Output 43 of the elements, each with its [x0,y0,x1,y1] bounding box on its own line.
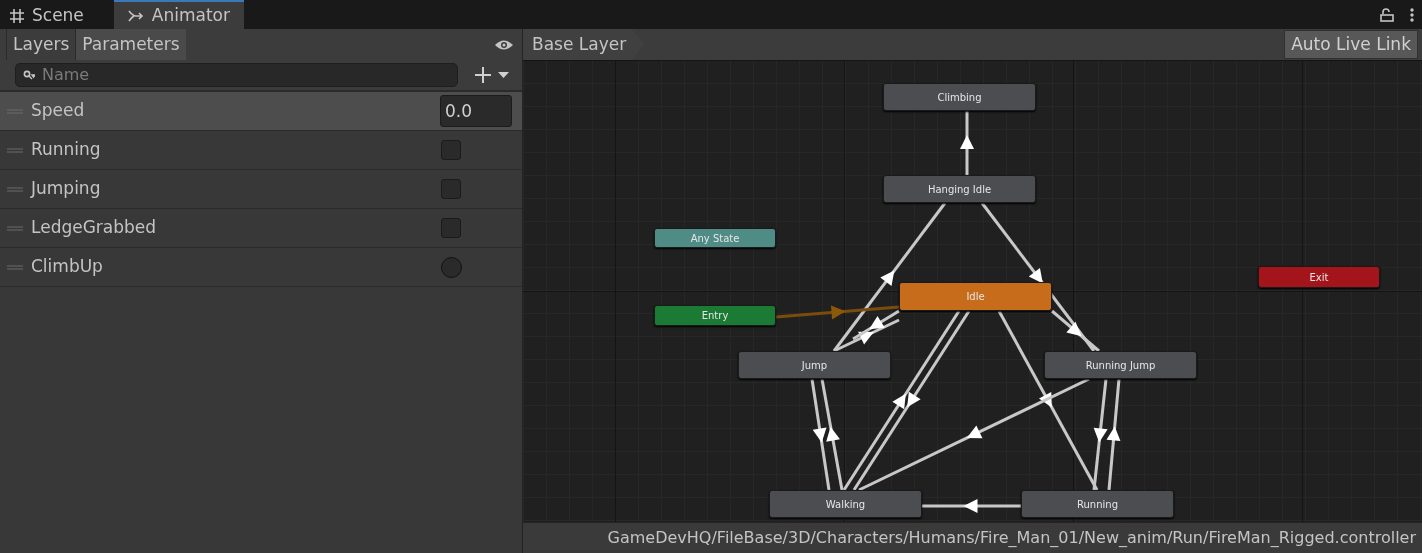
transition-arrow[interactable] [922,499,1021,513]
state-node[interactable]: Hanging Idle [883,175,1036,203]
branch-icon [127,9,144,22]
drag-handle-icon[interactable] [7,186,23,192]
value-field[interactable]: 0.0 [440,95,512,127]
parameter-row[interactable]: LedgeGrabbed [0,209,522,248]
parameter-row[interactable]: Running [0,131,522,170]
breadcrumb-layer[interactable]: Base Layer [523,29,645,60]
transition-arrow[interactable] [960,111,974,175]
drag-handle-icon[interactable] [7,147,23,153]
parameter-name: Speed [31,99,86,123]
checkbox[interactable] [441,218,461,238]
add-dropdown-icon[interactable] [474,66,510,84]
search-field[interactable]: Name [15,63,458,87]
checkbox[interactable] [441,179,461,199]
drag-handle-icon[interactable] [7,225,23,231]
parameter-row[interactable]: ClimbUp [0,248,522,287]
parameter-row[interactable]: Jumping [0,170,522,209]
state-node[interactable]: Running Jump [1044,351,1197,379]
more-options-icon[interactable] [1410,7,1414,22]
window-tab[interactable]: Animator [113,0,244,29]
grid-icon [10,8,24,23]
drag-handle-icon[interactable] [7,264,23,270]
state-node[interactable]: Running [1021,490,1174,518]
state-node[interactable]: Exit [1258,266,1380,288]
state-node[interactable]: Jump [738,351,891,379]
parameter-name: LedgeGrabbed [31,216,158,240]
asset-path: GameDevHQ/FileBase/3D/Characters/Humans/Fire_Man_01/New_anim/Run/FireMan_Rigged.controller [607,527,1416,549]
parameter-row[interactable]: Speed 0.0 [0,92,522,131]
lock-icon[interactable] [1380,7,1394,22]
eye-icon[interactable] [494,39,514,51]
state-node[interactable]: Walking [769,490,922,518]
panel-tab[interactable]: Parameters [75,29,186,60]
trigger-radio[interactable] [441,256,462,278]
parameter-name: Jumping [31,177,102,201]
transition-arrow[interactable] [775,305,900,320]
checkbox[interactable] [441,140,461,160]
auto-live-link-button[interactable]: Auto Live Link [1284,30,1418,59]
parameter-name: Running [31,138,102,162]
window-tab[interactable]: Scene [0,0,98,29]
parameter-name: ClimbUp [31,255,104,279]
state-node[interactable]: Entry [654,305,776,326]
state-node[interactable]: Climbing [883,83,1036,111]
